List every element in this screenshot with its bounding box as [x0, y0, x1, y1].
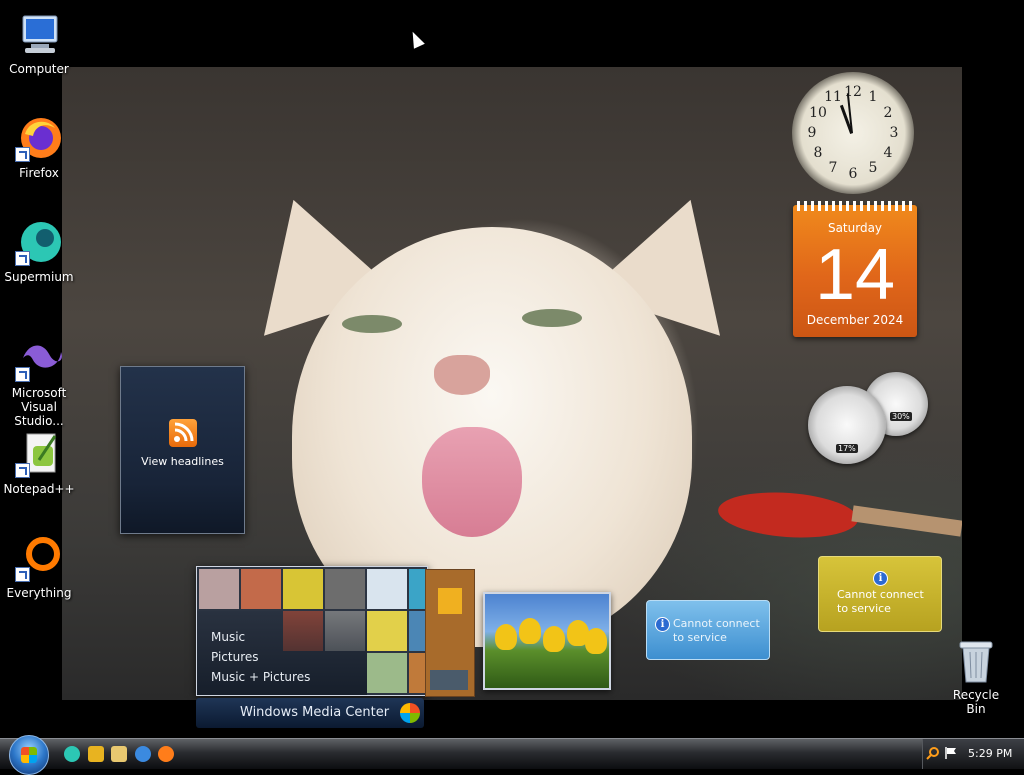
clock-number: 2 — [883, 105, 893, 121]
media-center-title: Windows Media Center — [240, 705, 390, 720]
desktop-icon-notepadpp[interactable]: Notepad++ — [1, 430, 77, 496]
clock-number: 4 — [883, 145, 893, 161]
media-thumbnail — [367, 653, 407, 693]
start-button[interactable] — [9, 735, 49, 775]
desktop-icon-everything[interactable]: Everything — [1, 534, 77, 600]
media-menu-music-pictures[interactable]: Music + Pictures — [211, 670, 310, 684]
clock-number: 11 — [824, 89, 842, 105]
shortcut-arrow-icon — [15, 251, 30, 266]
stocks-gadget[interactable]: i Cannot connect to service — [646, 600, 770, 660]
media-thumbnail — [325, 569, 365, 609]
recycle-bin-label: Recycle Bin — [952, 688, 1000, 716]
weather-error-message: Cannot connect to service — [837, 588, 924, 615]
clock-gadget[interactable]: 12 1 2 3 4 5 6 7 8 9 10 11 — [792, 72, 914, 194]
visual-studio-icon — [15, 334, 63, 382]
stocks-error-message: Cannot connect to service — [673, 617, 760, 644]
clock-number: 8 — [813, 145, 823, 161]
shortcut-arrow-icon — [15, 147, 30, 162]
media-center-gadget[interactable]: Music Pictures Music + Pictures — [196, 566, 428, 696]
everything-icon — [15, 534, 63, 582]
calendar-gadget[interactable]: Saturday 14 December 2024 — [793, 201, 917, 337]
picture-puzzle-gadget[interactable] — [425, 569, 475, 697]
slideshow-gadget[interactable] — [483, 592, 611, 690]
firefox-icon — [15, 114, 63, 162]
media-center-titlebar[interactable]: Windows Media Center — [196, 698, 424, 728]
taskbar-clock[interactable]: 5:29 PM — [968, 747, 1012, 760]
rss-icon — [169, 419, 197, 447]
calendar-weekday: Saturday — [827, 221, 883, 235]
taskbar: 5:29 PM — [0, 735, 1024, 775]
tulip — [543, 626, 565, 652]
shortcut-arrow-icon — [15, 463, 30, 478]
computer-icon — [15, 10, 63, 58]
windows-logo-icon — [21, 747, 37, 763]
cat-eye-left — [342, 315, 402, 333]
feed-headlines-gadget[interactable]: View headlines — [120, 366, 245, 534]
firefox-icon[interactable] — [158, 746, 174, 762]
desktop-icon-label: Computer — [9, 62, 69, 76]
ping-pong-paddle — [716, 488, 860, 542]
cat-nose — [434, 355, 490, 395]
desktop-icon-label: Everything — [6, 586, 72, 600]
tulip — [495, 624, 517, 650]
tulip — [585, 628, 607, 654]
desktop-icon-label: Firefox — [19, 166, 59, 180]
clock-number: 1 — [868, 89, 878, 105]
weather-gadget[interactable]: i Cannot connect to service — [818, 556, 942, 632]
calendar-day: 14 — [814, 235, 896, 315]
media-thumbnail — [367, 569, 407, 609]
calendar-month-year: December 2024 — [806, 313, 904, 327]
desktop-icon-firefox[interactable]: Firefox — [1, 114, 77, 180]
windows-orb-icon — [400, 703, 420, 723]
notepadpp-icon — [15, 430, 63, 478]
search-icon[interactable] — [926, 745, 940, 760]
paddle-handle — [851, 505, 962, 537]
desktop-icon-label: Microsoft Visual Studio... — [11, 386, 67, 428]
calendar-rings — [797, 201, 913, 211]
clock-number: 7 — [828, 160, 838, 176]
desktop-icon-visual-studio[interactable]: Microsoft Visual Studio... — [1, 334, 77, 428]
clock-number: 10 — [809, 105, 827, 121]
desktop-icon-computer[interactable]: Computer — [1, 10, 77, 76]
clock-number: 9 — [807, 125, 817, 141]
info-icon: i — [655, 617, 670, 632]
desktop-icon-label: Supermium — [4, 270, 74, 284]
media-thumbnail — [199, 569, 239, 609]
tulip — [519, 618, 541, 644]
info-icon: i — [873, 571, 888, 586]
media-thumbnail — [283, 569, 323, 609]
folder-icon[interactable] — [111, 746, 127, 762]
supermium-icon — [15, 218, 63, 266]
media-menu-music[interactable]: Music — [211, 630, 245, 644]
media-thumbnail — [367, 611, 407, 651]
clock-number: 3 — [889, 125, 899, 141]
cpu-percent: 17% — [836, 444, 858, 453]
media-player-icon[interactable] — [88, 746, 104, 762]
cat-tongue — [422, 427, 522, 537]
clock-number: 6 — [848, 166, 858, 182]
supermium-icon[interactable] — [64, 746, 80, 762]
desktop-icon-recycle-bin[interactable]: Recycle Bin — [944, 638, 1008, 716]
desktop-icon-label: Notepad++ — [3, 482, 75, 496]
view-headlines-link[interactable]: View headlines — [121, 455, 244, 468]
shortcut-arrow-icon — [15, 367, 30, 382]
flag-icon[interactable] — [944, 745, 958, 759]
memory-percent: 30% — [890, 412, 912, 421]
media-thumbnail — [241, 569, 281, 609]
media-menu-pictures[interactable]: Pictures — [211, 650, 259, 664]
desktop-icon-supermium[interactable]: Supermium — [1, 218, 77, 284]
cat-eye-right — [522, 309, 582, 327]
clock-number: 5 — [868, 160, 878, 176]
cpu-meter: 17% — [808, 386, 886, 464]
ie-icon[interactable] — [135, 746, 151, 762]
mouse-cursor-icon — [407, 29, 425, 49]
shortcut-arrow-icon — [15, 567, 30, 582]
recycle-bin-icon — [956, 638, 996, 684]
